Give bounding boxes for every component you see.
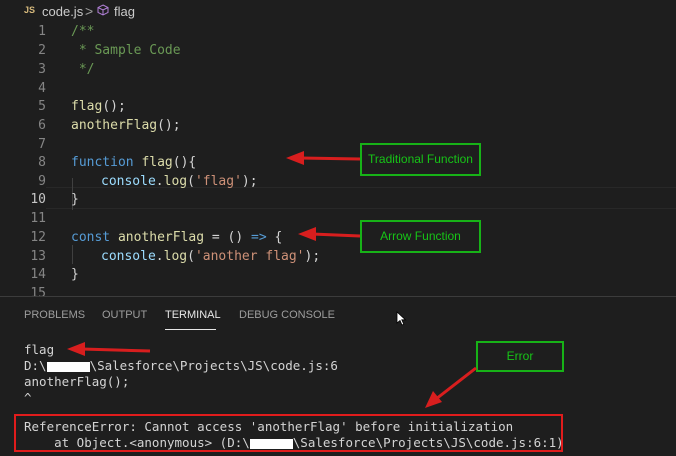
tab-problems[interactable]: PROBLEMS — [24, 309, 85, 321]
line-number: 13 — [30, 249, 46, 264]
error-arrow-icon — [425, 366, 477, 408]
line-number: 15 — [30, 286, 46, 301]
code-line: function flag(){ — [71, 155, 197, 170]
error-highlight-box — [14, 414, 563, 452]
flag-output-arrow-icon — [67, 342, 151, 356]
code-line: anotherFlag(); — [71, 118, 181, 133]
indent-guide — [72, 245, 73, 264]
code-line: const anotherFlag = () => { — [71, 230, 283, 245]
code-line: console.log('flag'); — [101, 174, 258, 189]
line-number: 3 — [38, 62, 46, 77]
code-line: /** — [71, 24, 95, 39]
code-line: * Sample Code — [71, 43, 181, 58]
tab-debug-console[interactable]: DEBUG CONSOLE — [239, 309, 335, 321]
traditional-function-callout: Traditional Function — [360, 143, 481, 176]
code-line: */ — [71, 62, 95, 77]
tab-terminal[interactable]: TERMINAL — [165, 309, 221, 321]
code-line: } — [71, 192, 79, 207]
terminal-line: anotherFlag(); — [24, 374, 130, 389]
traditional-arrow-icon — [286, 151, 361, 165]
line-number: 6 — [38, 118, 46, 133]
arrow-function-arrow-icon — [298, 227, 361, 241]
breadcrumb: JS code.js > flag — [0, 0, 676, 22]
active-tab-indicator — [165, 329, 216, 330]
terminal-line: D:\ \Salesforce\Projects\JS\code.js:6 — [24, 358, 338, 373]
breadcrumb-file[interactable]: code.js — [42, 4, 83, 19]
symbol-method-icon — [97, 4, 109, 16]
line-number: 8 — [38, 155, 46, 170]
chevron-right-icon: > — [85, 3, 94, 19]
tab-output[interactable]: OUTPUT — [102, 309, 147, 321]
terminal-line: ^ — [24, 390, 32, 405]
line-number: 12 — [30, 230, 46, 245]
line-number: 14 — [30, 267, 46, 282]
js-file-icon: JS — [24, 5, 36, 15]
code-line: console.log('another flag'); — [101, 249, 321, 264]
breadcrumb-symbol[interactable]: flag — [114, 4, 135, 19]
line-number: 7 — [38, 137, 46, 152]
line-number: 5 — [38, 99, 46, 114]
line-number: 1 — [38, 24, 46, 39]
line-number: 2 — [38, 43, 46, 58]
error-callout: Error — [476, 341, 564, 372]
redacted-username — [46, 361, 90, 372]
line-number: 9 — [38, 174, 46, 189]
line-number: 4 — [38, 81, 46, 96]
panel-divider — [0, 296, 676, 297]
arrow-function-callout: Arrow Function — [360, 220, 481, 253]
terminal-line: flag — [24, 342, 55, 357]
code-line: flag(); — [71, 99, 126, 114]
line-number: 11 — [30, 211, 46, 226]
line-number: 10 — [30, 192, 46, 207]
mouse-cursor-icon — [396, 311, 407, 326]
code-line: } — [71, 267, 79, 282]
